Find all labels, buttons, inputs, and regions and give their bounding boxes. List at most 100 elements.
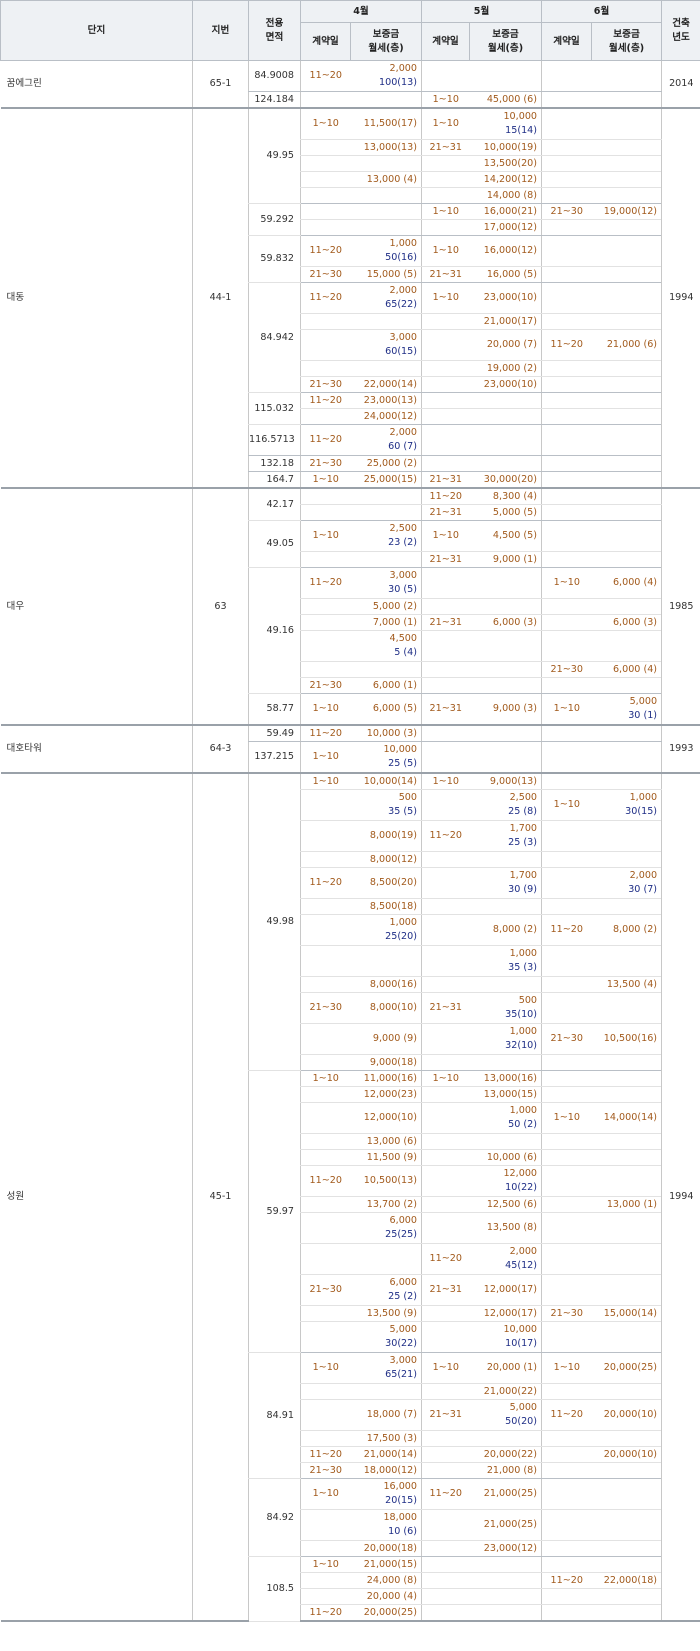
contract-day-6 [541,282,592,314]
header-area[interactable]: 전용 면적 [248,0,301,61]
contract-day-5-value: 21~31 [429,1284,462,1295]
deposit-5: 2,000 45(12) [469,1243,542,1275]
deposit-4-value: 21,000(14) [363,1448,418,1460]
deposit-4 [350,661,422,678]
contract-day-6 [541,992,592,1024]
contract-day-6 [541,725,592,742]
contract-day-5-value: 1~10 [432,93,459,105]
deposit-6-value: 19,000(12) [603,205,658,217]
deposit-4-value: 20,000(25) [363,1606,418,1618]
deposit-4-rent: 60 (7) [388,441,418,452]
deposit-6 [591,504,662,521]
deposit-4: 9,000(18) [350,1054,422,1071]
contract-day-5-value: 11~20 [429,830,462,841]
contract-day-6 [541,376,592,393]
deposit-4-value: 24,000(12) [363,410,418,422]
contract-day-6: 21~30 [541,661,592,678]
contract-day-4-value: 11~20 [309,292,342,303]
contract-day-4-value: 1~10 [312,118,339,129]
deposit-4-value: 25,000 (2) [366,457,418,469]
deposit-5-value: 30,000(20) [483,473,538,485]
deposit-5-value: 20,000(22) [483,1448,538,1460]
deposit-6-value: 5,000 [629,696,658,707]
contract-day-4 [300,630,351,662]
deposit-4: 12,000(10) [350,1102,422,1134]
deposit-4-value: 12,000(23) [363,1088,418,1100]
contract-day-4 [300,1321,351,1353]
contract-day-4 [300,360,351,377]
deposit-4-value: 18,000 [383,1512,418,1523]
deposit-5-value: 12,000(17) [483,1284,538,1295]
deposit-4: 6,000 25 (2) [350,1274,422,1306]
deposit-4-value: 21,000(15) [363,1558,418,1570]
contract-day-6 [541,741,592,774]
contract-day-6 [541,424,592,456]
contract-day-6 [541,898,592,915]
deposit-6: 6,000 (4) [591,661,662,678]
contract-day-5 [421,1556,470,1573]
deposit-5 [469,1556,542,1573]
deposit-5-value: 5,000 [509,1402,538,1413]
contract-day-6: 11~20 [541,914,592,946]
header-built-year[interactable]: 건축 년도 [661,0,700,61]
complex-name: 꿈에그린 [0,60,193,109]
deposit-5: 12,000(17) [469,1274,542,1306]
contract-day-5: 1~10 [421,91,470,109]
contract-day-4 [300,820,351,852]
deposit-4-rent: 25 (5) [388,758,418,769]
contract-day-5-value: 21~31 [429,506,462,518]
deposit-4: 500 35 (5) [350,789,422,821]
deposit-5: 12,000 10(22) [469,1165,542,1197]
contract-day-6 [541,219,592,236]
contract-day-6: 11~20 [541,1572,592,1589]
deposit-5: 16,000(12) [469,235,542,267]
deposit-4: 6,000 (5) [350,693,422,726]
deposit-4: 11,500(17) [350,108,422,140]
deposit-5 [469,1054,542,1071]
built-year: 1994 [661,773,700,1622]
deposit-4-value: 8,500(20) [369,877,418,888]
contract-day-5: 1~10 [421,520,470,552]
deposit-6: 20,000(10) [591,1399,662,1431]
contract-day-6-value: 1~10 [553,1362,580,1373]
contract-day-6 [541,108,592,140]
deposit-5 [469,741,542,774]
deposit-5: 20,000(22) [469,1446,542,1463]
contract-day-6 [541,677,592,694]
contract-day-5-value: 21~31 [429,141,462,153]
deposit-5 [469,567,542,599]
deposit-4: 25,000 (2) [350,455,422,472]
contract-day-4-value: 21~30 [309,1464,342,1476]
deposit-4-value: 13,700 (2) [366,1198,418,1210]
deposit-4: 13,500 (9) [350,1305,422,1322]
header-month-6[interactable]: 6월 [541,0,663,24]
table-row: 성원 45-1 49.98 1~10 10,000(14) 1~10 9,000(13) 19… [0,773,700,1622]
deposit-4: 6,000 25(25) [350,1212,422,1244]
contract-day-6-value: 21~30 [550,205,584,217]
deposit-6 [591,1070,662,1087]
contract-day-5 [421,1462,470,1479]
deposit-5: 10,000 10(17) [469,1321,542,1353]
deposit-5: 5,000 (5) [469,504,542,521]
deposit-4-rent: 5 (4) [394,647,418,658]
header-month-4[interactable]: 4월 [299,0,423,24]
header-lot[interactable]: 지번 [192,0,249,61]
contract-day-5 [421,1054,470,1071]
contract-day-6 [541,1446,592,1463]
deposit-5: 10,000(19) [469,139,542,156]
contract-day-6 [541,488,592,505]
contract-day-6: 21~30 [541,1305,592,1322]
contract-day-5-value: 11~20 [429,1253,462,1264]
contract-day-6 [541,266,592,283]
contract-day-6 [541,155,592,172]
deposit-4-value: 25,000(15) [363,473,418,485]
deposit-6: 19,000(12) [591,203,662,220]
deposit-4: 10,500(13) [350,1165,422,1197]
contract-day-4 [300,313,351,330]
deposit-4 [350,91,422,109]
contract-day-5-value: 1~10 [432,775,459,787]
header-month-5[interactable]: 5월 [421,0,543,24]
header-complex[interactable]: 단지 [0,0,193,61]
contract-day-6 [541,171,592,188]
contract-day-6: 11~20 [541,329,592,361]
